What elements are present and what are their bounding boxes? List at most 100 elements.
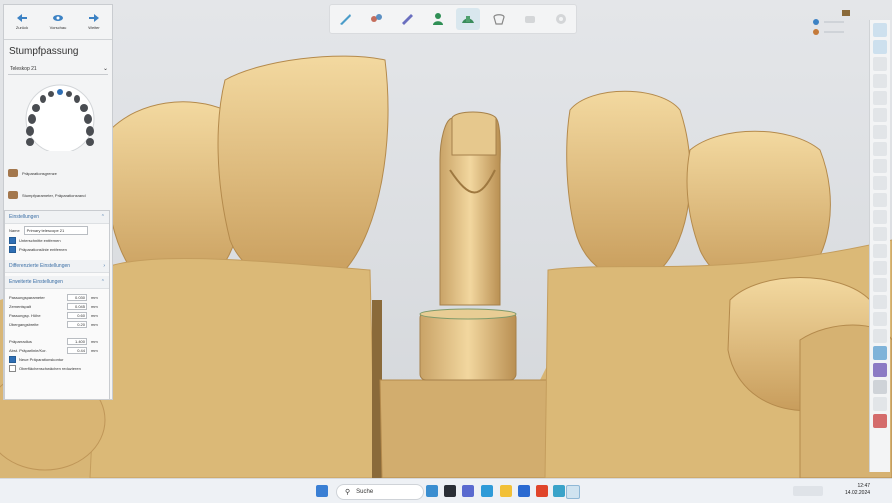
param-input[interactable]: 0.030 — [67, 294, 87, 301]
chrome-icon[interactable] — [536, 485, 548, 497]
checkbox[interactable] — [9, 365, 16, 372]
person-tooth-icon[interactable] — [426, 8, 450, 30]
differentiated-settings-header[interactable]: Differenzierte Einstellungen › — [5, 260, 109, 273]
app2-icon[interactable] — [553, 485, 565, 497]
3d-viewport[interactable] — [0, 0, 892, 478]
tools-icon[interactable] — [395, 8, 419, 30]
light-icon[interactable] — [873, 227, 887, 241]
preparation-icon — [8, 169, 18, 177]
list-item-stump-parameter[interactable]: Stumpfparameter, Präparationsrand — [8, 187, 108, 203]
section-icon[interactable] — [873, 193, 887, 207]
windows-start-icon[interactable] — [316, 485, 328, 497]
taskbar-search[interactable]: ⚲ Suche — [336, 484, 424, 500]
back-label: Zurück — [15, 25, 29, 30]
knife-tool-icon[interactable] — [333, 8, 357, 30]
store-icon[interactable] — [518, 485, 530, 497]
param-input[interactable]: 0.44 — [67, 347, 87, 354]
settings-gear-icon[interactable] — [549, 8, 573, 30]
task-view-icon[interactable] — [444, 485, 456, 497]
param-label: Abst. Präparlinie/Kor. — [9, 348, 47, 353]
clock[interactable]: 12:47 14.02.2024 — [845, 483, 870, 497]
transparency-icon[interactable] — [873, 210, 887, 224]
chevron-up-icon: ⌃ — [100, 214, 105, 220]
checkbox-row[interactable]: Oberflächenschwächen reduzieren — [5, 364, 109, 373]
param-unit: mm — [91, 339, 98, 344]
param-input[interactable]: 1.400 — [67, 338, 87, 345]
next-arrow-icon — [89, 14, 99, 22]
dental-app-icon[interactable] — [566, 485, 580, 499]
name-input[interactable]: Primary telescope 21 — [23, 225, 88, 235]
settings-header[interactable]: Einstellungen ⌃ — [5, 211, 109, 224]
disabled-tool-icon[interactable] — [518, 8, 542, 30]
param-input[interactable]: 0.60 — [67, 312, 87, 319]
record-icon[interactable] — [873, 414, 887, 428]
param-unit: mm — [91, 304, 98, 309]
section-label: Erweiterte Einstellungen — [9, 279, 63, 285]
visibility-icon[interactable] — [873, 278, 887, 292]
checkbox[interactable] — [9, 356, 16, 363]
param-label: Passungsp. Höhe — [9, 313, 41, 318]
checkbox[interactable] — [9, 246, 16, 253]
checkbox-row[interactable]: Präparationslinie entfernen — [5, 245, 109, 254]
param-row: Übergangsbreite 0.20 mm — [5, 320, 109, 329]
checkbox[interactable] — [9, 237, 16, 244]
copy-icon[interactable] — [873, 91, 887, 105]
top-toolbar — [329, 4, 577, 34]
collision-icon[interactable] — [873, 295, 887, 309]
crown-icon[interactable] — [487, 8, 511, 30]
print-icon[interactable] — [873, 108, 887, 122]
fit-view-icon[interactable] — [873, 23, 887, 37]
extended-settings-header[interactable]: Erweiterte Einstellungen ⌃ — [5, 276, 109, 289]
camera-icon[interactable] — [873, 244, 887, 258]
purple-model-icon[interactable] — [873, 363, 887, 377]
param-row: Präparradius 1.400 mm — [5, 337, 109, 346]
list-item-preparation-margin[interactable]: Präparationsgrenze — [8, 165, 108, 181]
next-label: Weiter — [88, 25, 100, 30]
edge-icon[interactable] — [481, 485, 493, 497]
param-label: Zementspalt — [9, 304, 32, 309]
view-widget[interactable] — [810, 8, 854, 42]
param-unit: mm — [91, 322, 98, 327]
layers-icon[interactable] — [873, 57, 887, 71]
tooth-chart[interactable] — [18, 79, 102, 154]
dental-model-render[interactable] — [0, 0, 892, 478]
name-label: Name — [9, 227, 20, 233]
checkbox-label: Präparationslinie entfernen — [19, 247, 67, 252]
stump-fit-icon[interactable] — [456, 8, 481, 30]
chevron-up-icon: ⌃ — [100, 279, 105, 285]
checkbox-label: Neue Präparationskontur — [19, 357, 64, 362]
param-input[interactable]: 0.20 — [67, 321, 87, 328]
param-unit: mm — [91, 348, 98, 353]
next-button[interactable]: Weiter — [78, 5, 110, 39]
param-unit: mm — [91, 313, 98, 318]
axis-icon[interactable] — [873, 380, 887, 394]
chevron-right-icon: › — [103, 263, 105, 269]
measure-icon[interactable] — [873, 159, 887, 173]
checkbox-row[interactable]: Unterschnitte entfernen — [5, 236, 109, 245]
app-icon[interactable] — [426, 485, 438, 497]
param-label: Präparradius — [9, 339, 32, 344]
checkbox-row[interactable]: Neue Präparationskontur — [5, 355, 109, 364]
expand-icon[interactable] — [873, 40, 887, 54]
back-button[interactable]: Zurück — [6, 5, 38, 39]
preview-button[interactable]: Vorschau — [42, 5, 74, 39]
param-input[interactable]: 0.045 — [67, 303, 87, 310]
model-icon[interactable] — [873, 74, 887, 88]
eye-icon — [53, 15, 63, 21]
search-icon: ⚲ — [345, 489, 351, 496]
blue-model-icon[interactable] — [873, 346, 887, 360]
grid-icon[interactable] — [873, 176, 887, 190]
brush-icon[interactable] — [873, 142, 887, 156]
cut-icon[interactable] — [873, 125, 887, 139]
system-tray-icons[interactable] — [793, 486, 823, 496]
folder-icon[interactable] — [500, 485, 512, 497]
chat-icon[interactable] — [462, 485, 474, 497]
section-label: Differenzierte Einstellungen — [9, 263, 71, 269]
snap-icon[interactable] — [873, 329, 887, 343]
distance-icon[interactable] — [873, 312, 887, 326]
tooth-select-dropdown[interactable]: Teleskop 21 ⌄ — [8, 63, 108, 75]
teeth-setup-icon[interactable] — [364, 8, 388, 30]
annotation-icon[interactable] — [873, 261, 887, 275]
pin-icon[interactable] — [873, 397, 887, 411]
settings-panel: Einstellungen ⌃ Name Primary telescope 2… — [4, 210, 110, 400]
